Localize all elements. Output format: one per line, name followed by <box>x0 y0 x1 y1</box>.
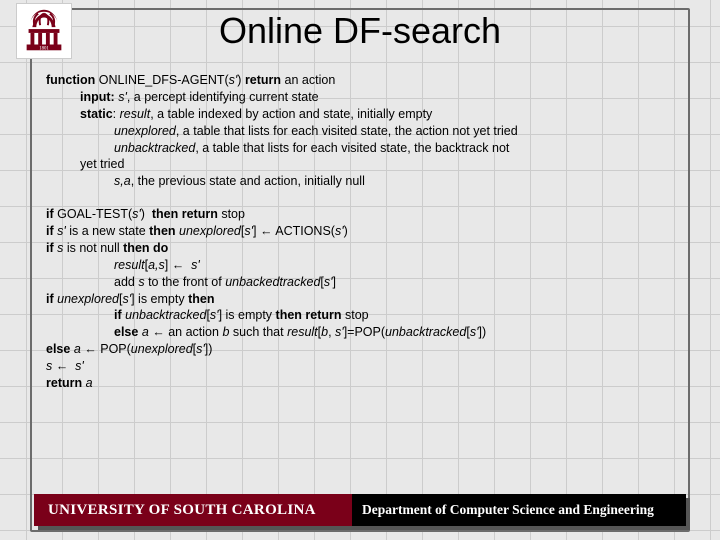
pseudocode-line: add s to the front of unbackedtracked[s'… <box>46 274 680 291</box>
pseudocode-line: if unbacktracked[s'] is empty then retur… <box>46 307 680 324</box>
pseudocode-line: function ONLINE_DFS-AGENT(s') return an … <box>46 72 680 89</box>
pseudocode-line: if s is not null then do <box>46 240 680 257</box>
pseudocode-header-block: function ONLINE_DFS-AGENT(s') return an … <box>46 72 680 190</box>
pseudocode-line: if GOAL-TEST(s') then return stop <box>46 206 680 223</box>
department-box: Department of Computer Science and Engin… <box>352 494 686 526</box>
footer: UNIVERSITY OF SOUTH CAROLINA Department … <box>34 494 686 526</box>
slide: 1801 Online DF-search function ONLINE_DF… <box>0 0 720 540</box>
slide-content: function ONLINE_DFS-AGENT(s') return an … <box>46 72 680 392</box>
footer-bar: UNIVERSITY OF SOUTH CAROLINA Department … <box>34 494 686 526</box>
pseudocode-line: input: s', a percept identifying current… <box>46 89 680 106</box>
pseudocode-line: unbacktracked, a table that lists for ea… <box>46 140 680 157</box>
pseudocode-line: unexplored, a table that lists for each … <box>46 123 680 140</box>
pseudocode-line: s,a, the previous state and action, init… <box>46 173 680 190</box>
pseudocode-line: if s' is a new state then unexplored[s']… <box>46 223 680 240</box>
pseudocode-line: else a ← POP(unexplored[s']) <box>46 341 680 358</box>
pseudocode-line: else a ← an action b such that result[b,… <box>46 324 680 341</box>
slide-title: Online DF-search <box>0 10 720 52</box>
pseudocode-line: yet tried <box>46 156 680 173</box>
pseudocode-line: result[a,s] ← s' <box>46 257 680 274</box>
university-name: UNIVERSITY OF SOUTH CAROLINA <box>34 502 316 519</box>
pseudocode-line: if unexplored[s'] is empty then <box>46 291 680 308</box>
pseudocode-body-block: if GOAL-TEST(s') then return stopif s' i… <box>46 206 680 392</box>
pseudocode-line: s ← s' <box>46 358 680 375</box>
pseudocode-line: return a <box>46 375 680 392</box>
pseudocode-line: static: result, a table indexed by actio… <box>46 106 680 123</box>
department-name: Department of Computer Science and Engin… <box>352 502 654 518</box>
